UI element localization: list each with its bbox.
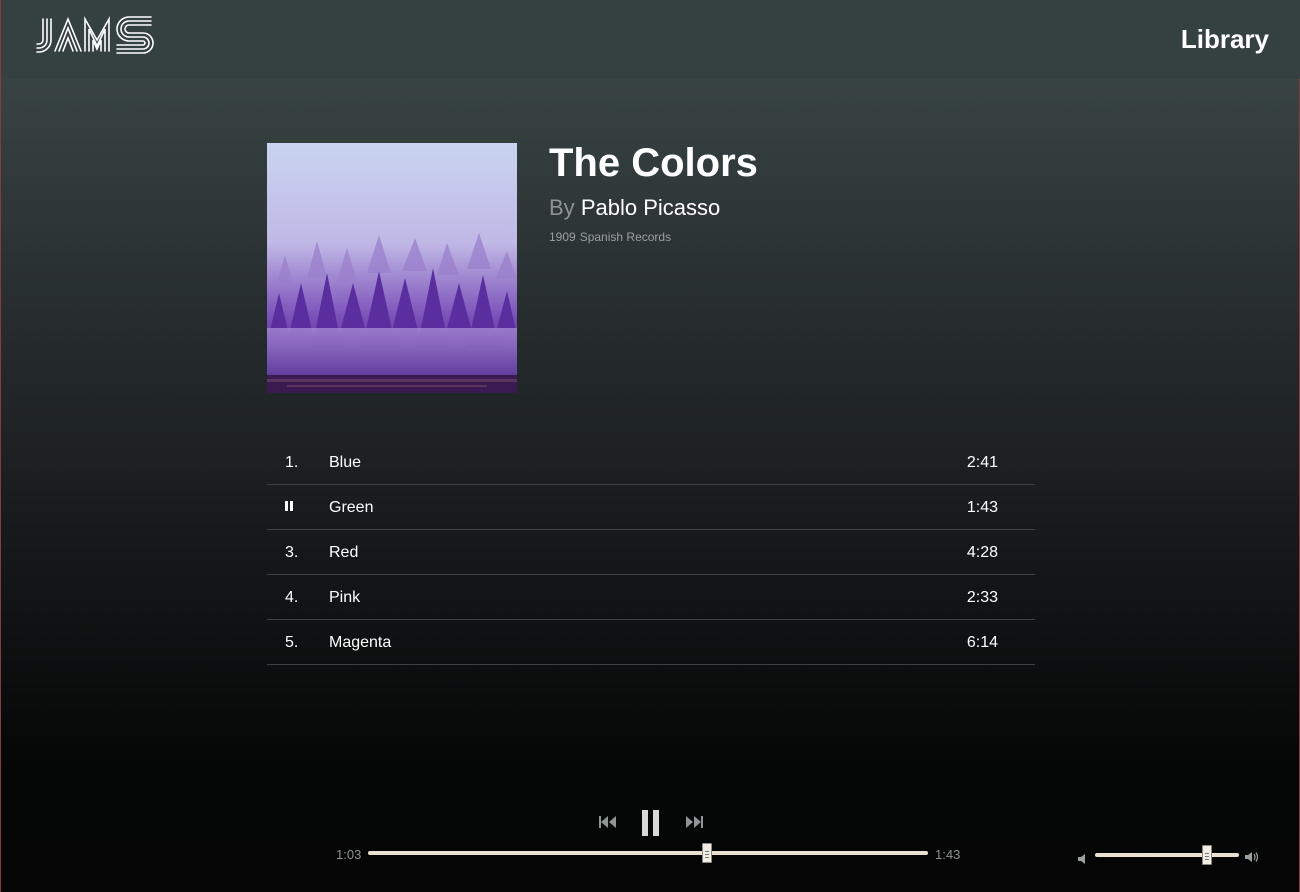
track-title: Red xyxy=(329,544,359,561)
track-row[interactable]: 1. Blue 2:41 xyxy=(267,440,1035,485)
track-row[interactable]: 4. Pink 2:33 xyxy=(267,575,1035,620)
artist-line: By Pablo Picasso xyxy=(549,195,720,221)
track-title: Green xyxy=(329,499,374,516)
seek-handle[interactable] xyxy=(701,843,712,863)
track-duration: 2:33 xyxy=(966,589,998,606)
top-bar: Library xyxy=(1,0,1300,79)
by-label: By xyxy=(549,195,575,220)
track-row[interactable]: 5. Magenta 6:14 xyxy=(267,620,1035,665)
track-number: 5. xyxy=(285,634,299,651)
record-label: Spanish Records xyxy=(579,230,672,244)
pause-icon[interactable] xyxy=(641,810,661,836)
total-time: 1:43 xyxy=(935,847,961,862)
track-duration: 6:14 xyxy=(966,634,998,651)
track-number: 3. xyxy=(285,544,299,561)
album-cover xyxy=(267,143,519,393)
pause-icon[interactable] xyxy=(285,501,293,511)
previous-icon[interactable] xyxy=(599,815,616,829)
track-row-playing[interactable]: Green 1:43 xyxy=(267,485,1035,530)
album-year: 1909 xyxy=(549,230,576,244)
track-duration: 2:41 xyxy=(966,454,998,471)
track-duration: 1:43 xyxy=(966,499,998,516)
track-duration: 4:28 xyxy=(966,544,998,561)
album-meta: 1909 Spanish Records xyxy=(549,230,671,244)
track-number: 4. xyxy=(285,589,299,606)
artist-name[interactable]: Pablo Picasso xyxy=(581,195,720,220)
volume-low-icon[interactable] xyxy=(1078,851,1088,864)
volume-handle[interactable] xyxy=(1202,845,1213,865)
jams-logo[interactable] xyxy=(35,15,155,59)
track-number: 1. xyxy=(285,454,299,471)
next-icon[interactable] xyxy=(686,815,703,829)
track-title: Pink xyxy=(329,589,361,606)
track-title: Magenta xyxy=(329,634,392,651)
volume-slider[interactable] xyxy=(1095,853,1239,857)
album-title: The Colors xyxy=(549,141,758,185)
library-link[interactable]: Library xyxy=(1181,24,1269,55)
volume-high-icon[interactable] xyxy=(1245,850,1260,862)
track-list: 1. Blue 2:41 Green 1:43 3. Red 4:28 4. P… xyxy=(267,440,1035,665)
track-title: Blue xyxy=(329,454,362,471)
seek-bar[interactable] xyxy=(368,851,928,855)
track-row[interactable]: 3. Red 4:28 xyxy=(267,530,1035,575)
elapsed-time: 1:03 xyxy=(336,847,362,862)
